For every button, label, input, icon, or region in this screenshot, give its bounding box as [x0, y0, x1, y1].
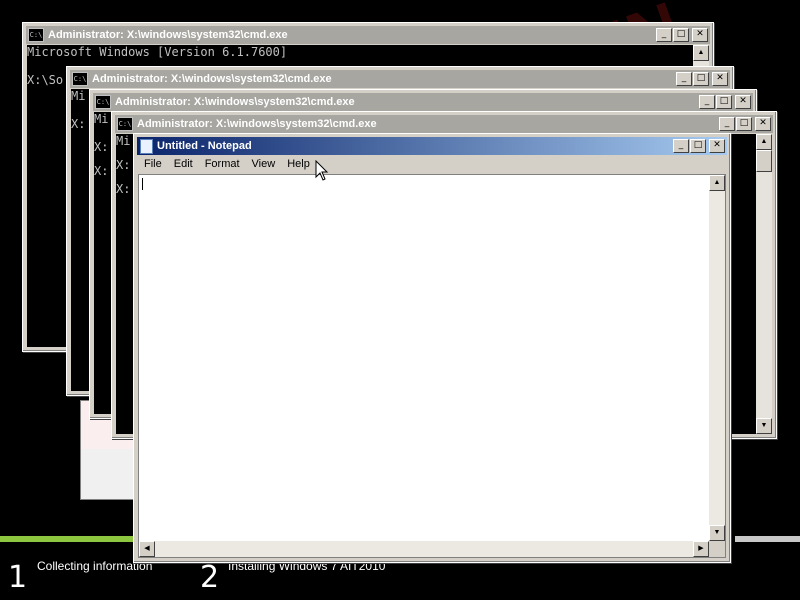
mouse-pointer-icon — [315, 160, 329, 181]
cmd-window-1-titlebar[interactable]: C:\ Administrator: X:\windows\system32\c… — [26, 26, 710, 44]
horizontal-scrollbar[interactable]: ◀ ▶ — [139, 541, 709, 557]
notepad-text-area[interactable]: ▲ ▼ ◀ ▶ — [138, 174, 726, 558]
vertical-scrollbar[interactable]: ▲ ▼ — [756, 134, 772, 434]
maximize-button[interactable]: □ — [673, 28, 689, 42]
console-icon: C:\ — [28, 28, 44, 42]
close-button[interactable]: ✕ — [755, 117, 771, 131]
close-button[interactable]: ✕ — [692, 28, 708, 42]
cmd-window-3-title: Administrator: X:\windows\system32\cmd.e… — [115, 96, 355, 108]
text-caret — [142, 178, 143, 190]
minimize-button[interactable]: _ — [673, 139, 689, 153]
maximize-button[interactable]: □ — [693, 72, 709, 86]
scroll-left-button[interactable]: ◀ — [139, 541, 155, 557]
cmd-window-4-titlebar[interactable]: C:\ Administrator: X:\windows\system32\c… — [115, 115, 773, 133]
scroll-thumb[interactable] — [756, 150, 772, 172]
cmd-window-3-titlebar[interactable]: C:\ Administrator: X:\windows\system32\c… — [93, 93, 753, 111]
vertical-scrollbar[interactable]: ▲ ▼ — [709, 175, 725, 541]
console-icon: C:\ — [117, 117, 133, 131]
close-button[interactable]: ✕ — [709, 139, 725, 153]
cmd-window-1-title: Administrator: X:\windows\system32\cmd.e… — [48, 29, 288, 41]
notepad-menubar: File Edit Format View Help — [138, 156, 726, 174]
scroll-up-button[interactable]: ▲ — [756, 134, 772, 150]
console-icon: C:\ — [72, 72, 88, 86]
scroll-right-button[interactable]: ▶ — [693, 541, 709, 557]
menu-format[interactable]: Format — [199, 156, 246, 174]
console-line: Microsoft Windows [Version 6.1.7600] — [27, 45, 288, 59]
notepad-icon — [140, 138, 153, 154]
console-icon: C:\ — [95, 95, 111, 109]
progress-remaining — [735, 536, 800, 542]
scroll-down-button[interactable]: ▼ — [756, 418, 772, 434]
step-2-number: 2 — [200, 560, 220, 595]
notepad-titlebar[interactable]: Untitled - Notepad _ □ ✕ — [137, 137, 727, 155]
cmd-window-2-title: Administrator: X:\windows\system32\cmd.e… — [92, 73, 332, 85]
maximize-button[interactable]: □ — [716, 95, 732, 109]
minimize-button[interactable]: _ — [719, 117, 735, 131]
minimize-button[interactable]: _ — [676, 72, 692, 86]
step-1-number: 1 — [8, 560, 28, 595]
menu-edit[interactable]: Edit — [168, 156, 199, 174]
cmd-window-2-titlebar[interactable]: C:\ Administrator: X:\windows\system32\c… — [70, 70, 730, 88]
scroll-up-button[interactable]: ▲ — [693, 45, 709, 61]
menu-file[interactable]: File — [138, 156, 168, 174]
minimize-button[interactable]: _ — [699, 95, 715, 109]
scroll-down-button[interactable]: ▼ — [709, 525, 725, 541]
cmd-window-4-title: Administrator: X:\windows\system32\cmd.e… — [137, 118, 377, 130]
progress-complete — [0, 536, 150, 542]
maximize-button[interactable]: □ — [736, 117, 752, 131]
scroll-up-button[interactable]: ▲ — [709, 175, 725, 191]
close-button[interactable]: ✕ — [712, 72, 728, 86]
maximize-button[interactable]: □ — [690, 139, 706, 153]
size-grip[interactable] — [709, 541, 725, 557]
notepad-title: Untitled - Notepad — [157, 140, 252, 152]
notepad-window[interactable]: Untitled - Notepad _ □ ✕ File Edit Forma… — [133, 133, 731, 563]
menu-help[interactable]: Help — [281, 156, 316, 174]
menu-view[interactable]: View — [246, 156, 282, 174]
minimize-button[interactable]: _ — [656, 28, 672, 42]
close-button[interactable]: ✕ — [735, 95, 751, 109]
